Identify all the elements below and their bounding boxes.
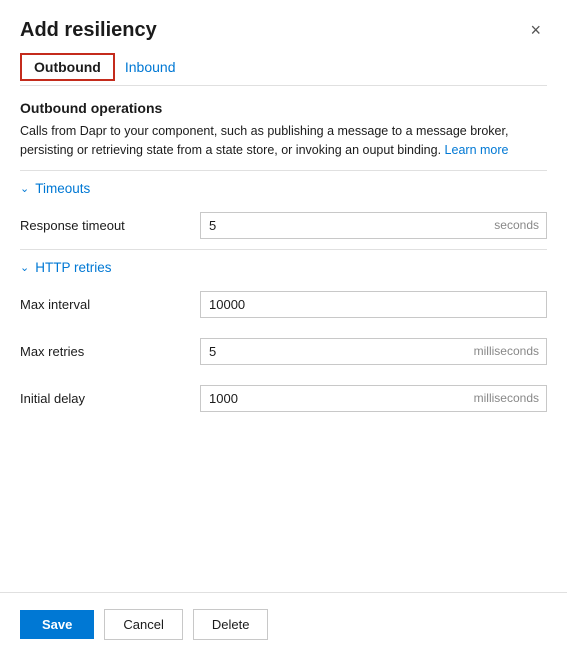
section-title: Outbound operations — [20, 100, 547, 116]
max-interval-row: Max interval — [0, 281, 567, 328]
delete-button[interactable]: Delete — [193, 609, 269, 640]
response-timeout-row: Response timeout seconds — [0, 202, 567, 249]
outbound-section: Outbound operations Calls from Dapr to y… — [0, 86, 567, 170]
cancel-button[interactable]: Cancel — [104, 609, 182, 640]
max-interval-input-wrap — [200, 291, 547, 318]
timeouts-collapsible[interactable]: ⌄ Timeouts — [0, 171, 567, 202]
dialog-header: Add resiliency × — [0, 0, 567, 53]
max-retries-input[interactable] — [200, 338, 547, 365]
close-button[interactable]: × — [524, 18, 547, 43]
dialog-footer: Save Cancel Delete — [0, 592, 567, 656]
add-resiliency-dialog: Add resiliency × Outbound Inbound Outbou… — [0, 0, 567, 656]
section-desc-text: Calls from Dapr to your component, such … — [20, 124, 508, 157]
initial-delay-label: Initial delay — [20, 391, 200, 406]
initial-delay-input-wrap: milliseconds — [200, 385, 547, 412]
response-timeout-input-wrap: seconds — [200, 212, 547, 239]
dialog-title: Add resiliency — [20, 19, 157, 42]
initial-delay-input[interactable] — [200, 385, 547, 412]
section-description: Calls from Dapr to your component, such … — [20, 122, 547, 160]
max-interval-input[interactable] — [200, 291, 547, 318]
tab-inbound[interactable]: Inbound — [115, 53, 190, 81]
save-button[interactable]: Save — [20, 610, 94, 639]
chevron-down-icon-2: ⌄ — [20, 261, 29, 274]
response-timeout-label: Response timeout — [20, 218, 200, 233]
http-retries-label: HTTP retries — [35, 260, 111, 275]
max-retries-row: Max retries milliseconds — [0, 328, 567, 375]
max-interval-label: Max interval — [20, 297, 200, 312]
response-timeout-input[interactable] — [200, 212, 547, 239]
tab-outbound[interactable]: Outbound — [20, 53, 115, 81]
tab-bar: Outbound Inbound — [0, 53, 567, 81]
max-retries-label: Max retries — [20, 344, 200, 359]
chevron-down-icon: ⌄ — [20, 182, 29, 195]
timeouts-label: Timeouts — [35, 181, 90, 196]
max-retries-input-wrap: milliseconds — [200, 338, 547, 365]
http-retries-collapsible[interactable]: ⌄ HTTP retries — [0, 250, 567, 281]
initial-delay-row: Initial delay milliseconds — [0, 375, 567, 422]
learn-more-link[interactable]: Learn more — [445, 143, 509, 157]
